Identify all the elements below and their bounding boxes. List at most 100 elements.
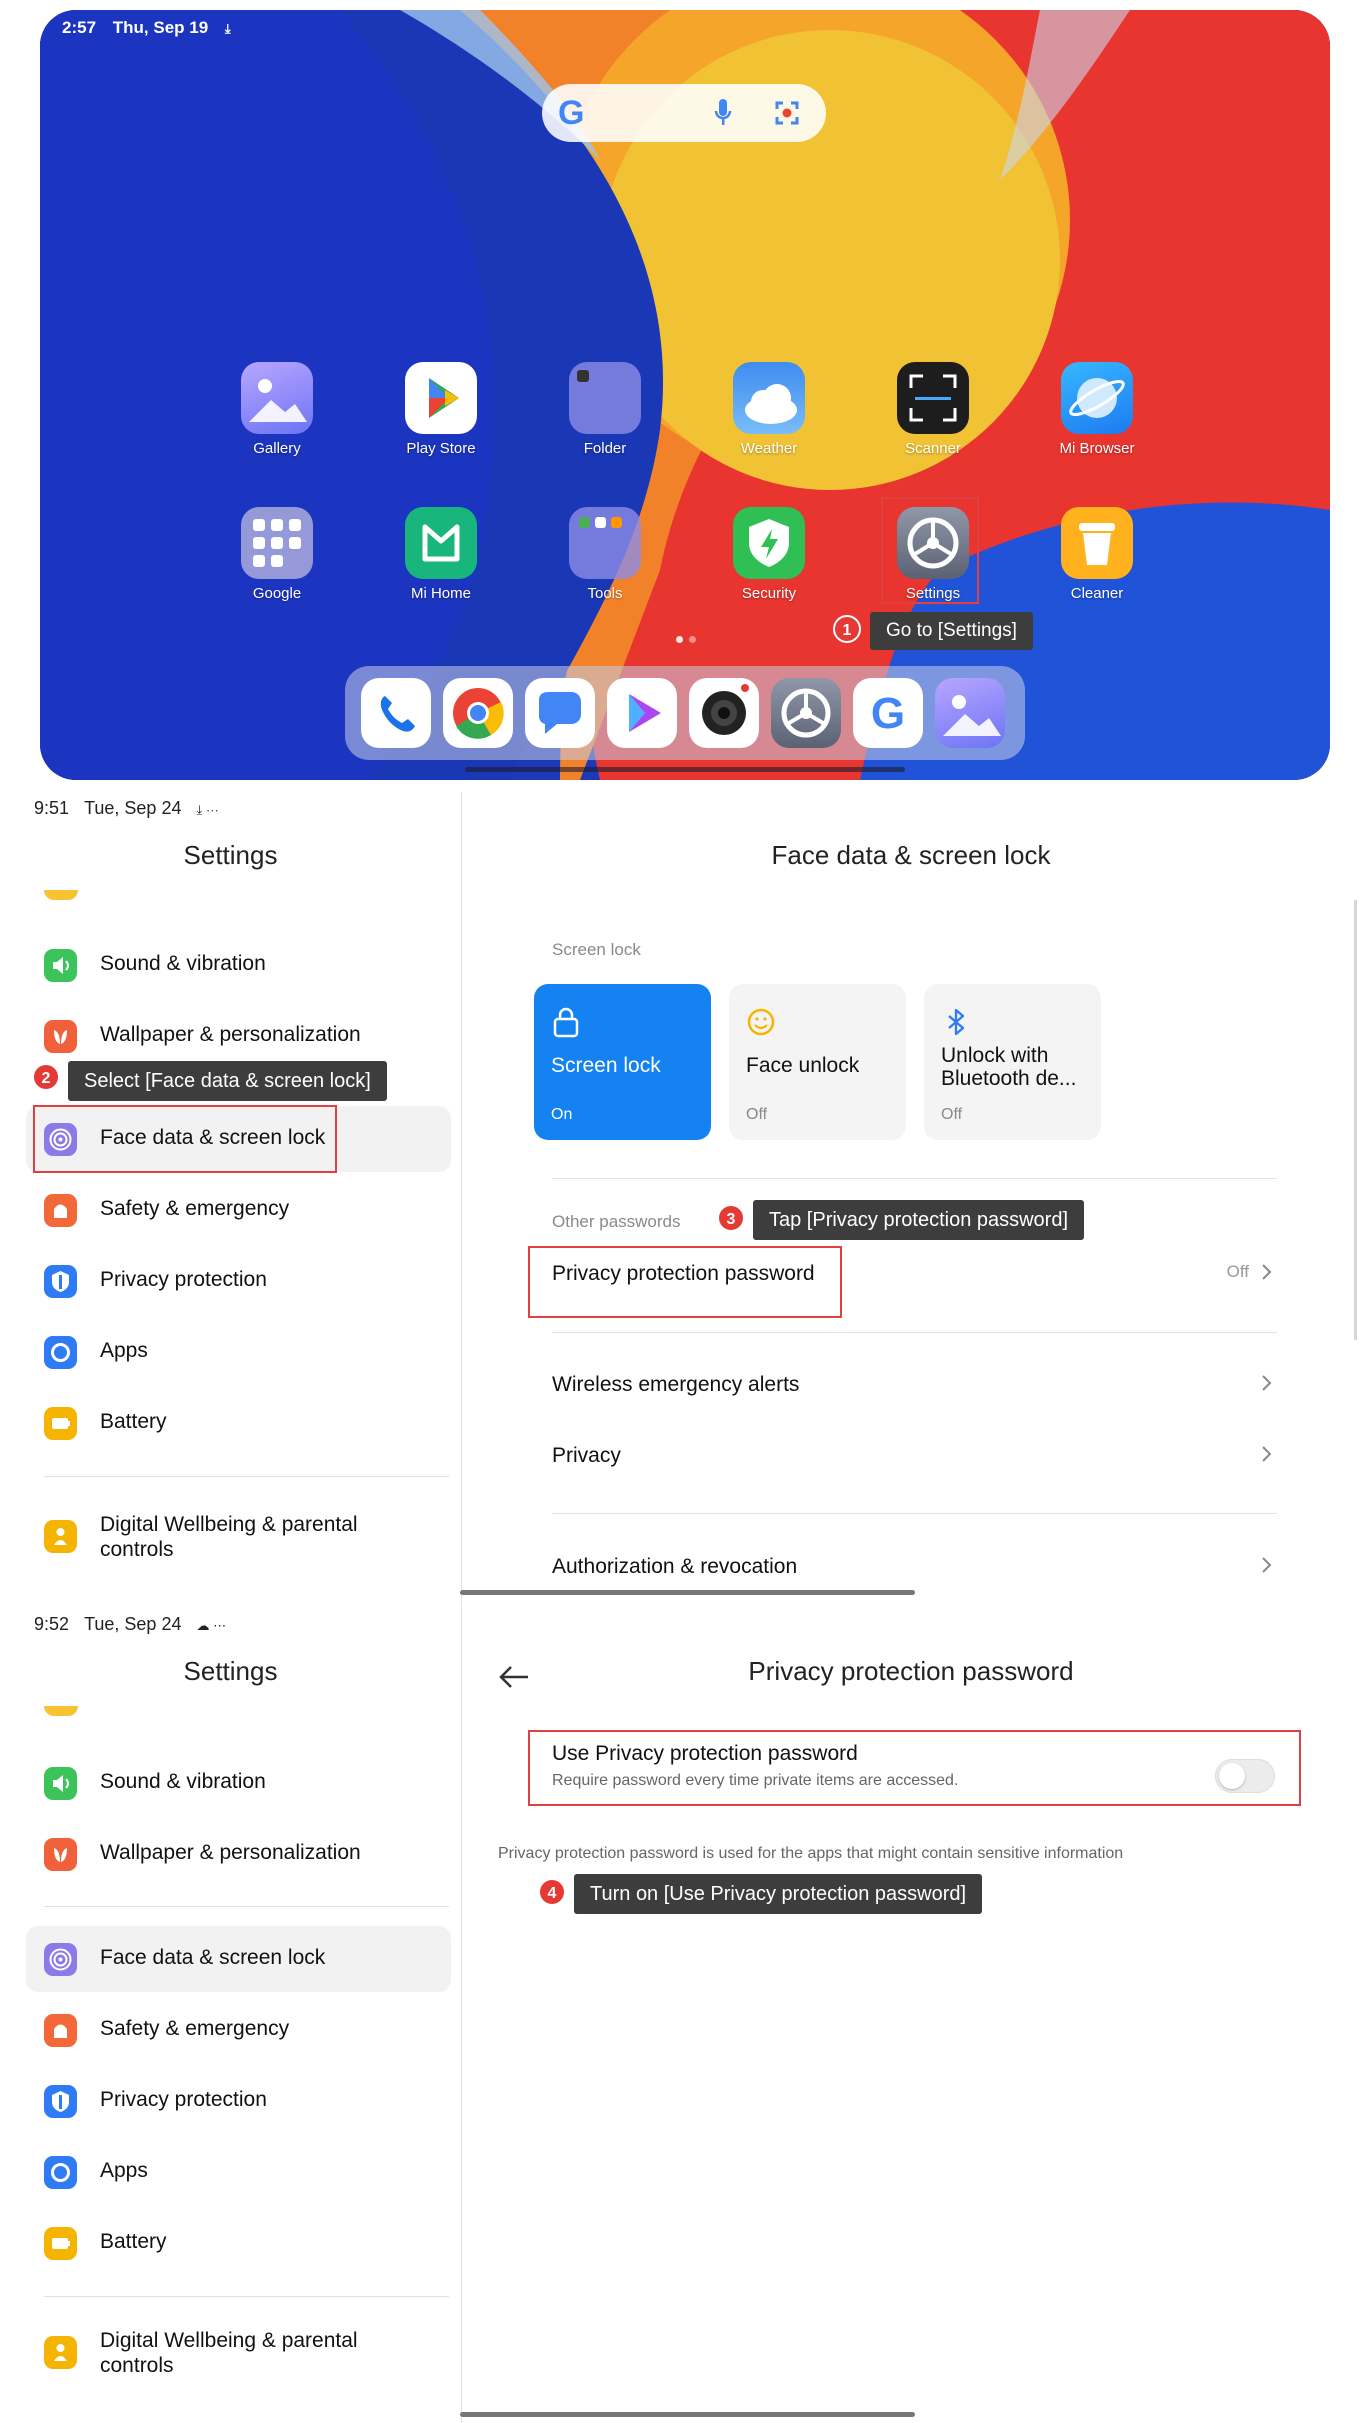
mi-home-icon (405, 507, 477, 579)
privacy-row[interactable]: Privacy (552, 1444, 1277, 1474)
tools-folder-icon (569, 507, 641, 579)
cloud-icon: ☁ ⋯ (196, 1618, 227, 1633)
app-google[interactable]: Google (227, 507, 327, 602)
home-indicator (460, 1590, 915, 1595)
wireless-emergency-alerts-row[interactable]: Wireless emergency alerts (552, 1373, 1277, 1403)
step-2-tooltip: Select [Face data & screen lock] (68, 1061, 387, 1101)
step-4-tooltip: Turn on [Use Privacy protection password… (574, 1874, 983, 1914)
app-tools[interactable]: Tools (555, 507, 655, 602)
app-label: Google (252, 585, 302, 602)
card-face-unlock[interactable]: Face unlock Off (729, 984, 906, 1140)
wellbeing-icon (44, 1520, 77, 1553)
app-weather[interactable]: Weather (719, 362, 819, 457)
privacy-password-highlight-box (528, 1246, 842, 1318)
status-time: 2:57 (62, 18, 97, 37)
divider (44, 2296, 449, 2297)
app-scanner[interactable]: Scanner (883, 362, 983, 457)
scrollbar[interactable] (1354, 900, 1357, 1340)
status-date: Tue, Sep 24 (84, 1614, 182, 1634)
camera-icon[interactable] (689, 678, 759, 748)
footnote-text: Privacy protection password is used for … (498, 1845, 1124, 1862)
download-icon: ⤓ (224, 21, 231, 36)
app-label: Mi Home (410, 585, 471, 602)
app-cleaner[interactable]: Cleaner (1047, 507, 1147, 602)
download-icon: ⤓ ⋯ (196, 802, 219, 817)
app-folder[interactable]: Folder (555, 362, 655, 457)
sidebar-item-label: Privacy protection (100, 2088, 267, 2111)
card-title: Face unlock (746, 1054, 860, 1077)
sidebar-item-sound[interactable]: Sound & vibration (26, 1750, 451, 1816)
other-passwords-label: Other passwords (552, 1212, 681, 1231)
mic-icon[interactable] (714, 98, 732, 128)
screen-lock-section-label: Screen lock (552, 940, 641, 959)
status-time: 9:51 (34, 798, 70, 818)
sidebar-item-label: Face data & screen lock (100, 1946, 326, 1969)
wallpaper-icon (44, 1838, 77, 1871)
sidebar-item-label: Digital Wellbeing & parental controls (100, 2329, 358, 2377)
phone-icon[interactable] (361, 678, 431, 748)
app-label: Gallery (253, 440, 301, 457)
safety-icon (44, 2014, 77, 2047)
sidebar-item-label: Apps (100, 1339, 148, 1362)
sound-icon (44, 949, 77, 982)
card-screen-lock[interactable]: Screen lock On (534, 984, 711, 1140)
card-state: Off (941, 1106, 963, 1123)
privacy-password-toggle[interactable] (1215, 1759, 1275, 1793)
sidebar-item-wallpaper[interactable]: Wallpaper & personalization (26, 1821, 451, 1887)
play-store-icon (405, 362, 477, 434)
lens-icon[interactable] (774, 100, 800, 126)
toggle-knob (1219, 1763, 1245, 1789)
play-games-icon[interactable] (607, 678, 677, 748)
gallery-icon[interactable] (935, 678, 1005, 748)
privacy-icon (44, 2085, 77, 2118)
authorization-revocation-row[interactable]: Authorization & revocation (552, 1555, 1277, 1585)
status-date: Thu, Sep 19 (112, 18, 209, 37)
sidebar-item-privacy[interactable]: Privacy protection (26, 2068, 451, 2134)
messages-icon[interactable] (525, 678, 595, 748)
google-logo-icon: G (558, 94, 585, 132)
sidebar-item-battery[interactable]: Battery (26, 1390, 451, 1456)
row-label: Wireless emergency alerts (552, 1373, 800, 1396)
step-1-tooltip: Go to [Settings] (870, 612, 1033, 650)
privacy-password-panel: 9:52 Tue, Sep 24 ☁ ⋯ Settings Sound & vi… (0, 1608, 1360, 2423)
status-time: 9:52 (34, 1614, 70, 1634)
sidebar-item-battery[interactable]: Battery (26, 2210, 451, 2276)
app-mi-browser[interactable]: Mi Browser (1047, 362, 1147, 457)
sound-icon (44, 1767, 77, 1800)
sidebar-item-apps[interactable]: Apps (26, 2139, 451, 2205)
settings-icon[interactable] (771, 678, 841, 748)
sidebar-item-face-data[interactable]: Face data & screen lock (26, 1926, 451, 1992)
card-bluetooth-unlock[interactable]: Unlock with Bluetooth de... Off (924, 984, 1101, 1140)
wellbeing-icon (44, 2336, 77, 2369)
step-3-tooltip: Tap [Privacy protection password] (753, 1200, 1085, 1240)
settings-title: Settings (183, 840, 278, 870)
settings-title: Settings (183, 1656, 278, 1686)
app-mi-home[interactable]: Mi Home (391, 507, 491, 602)
face-icon (747, 1008, 775, 1036)
sidebar-item-wellbeing[interactable]: Digital Wellbeing & parental controls (26, 2316, 451, 2392)
sidebar-item-wellbeing[interactable]: Digital Wellbeing & parental controls (26, 1500, 451, 1576)
lock-icon (553, 1007, 579, 1038)
sidebar-item-wallpaper[interactable]: Wallpaper & personalization (26, 1003, 451, 1069)
use-privacy-password-row[interactable]: Use Privacy protection password Require … (552, 1742, 1202, 1790)
chrome-icon[interactable] (443, 678, 513, 748)
sidebar-item-privacy[interactable]: Privacy protection (26, 1248, 451, 1314)
app-gallery[interactable]: Gallery (227, 362, 327, 457)
google-icon[interactable]: G (853, 678, 923, 748)
sidebar-item-label: Battery (100, 1410, 167, 1433)
divider (552, 1332, 1277, 1333)
sidebar-item-label: Sound & vibration (100, 1770, 266, 1793)
step-1-badge: 1 (833, 615, 861, 643)
app-play-store[interactable]: Play Store (391, 362, 491, 457)
page-title: Face data & screen lock (771, 840, 1051, 870)
app-security[interactable]: Security (719, 507, 819, 602)
cleaner-icon (1061, 507, 1133, 579)
sidebar-item-sound[interactable]: Sound & vibration (26, 932, 451, 998)
sidebar-item-apps[interactable]: Apps (26, 1319, 451, 1385)
app-label: Security (741, 585, 797, 602)
status-bar: 9:51 Tue, Sep 24 ⤓ ⋯ (34, 798, 219, 819)
google-search-bar[interactable]: G (542, 84, 826, 142)
sidebar-item-safety[interactable]: Safety & emergency (26, 1177, 451, 1243)
sidebar-item-safety[interactable]: Safety & emergency (26, 1997, 451, 2063)
status-bar: 9:52 Tue, Sep 24 ☁ ⋯ (34, 1614, 226, 1635)
